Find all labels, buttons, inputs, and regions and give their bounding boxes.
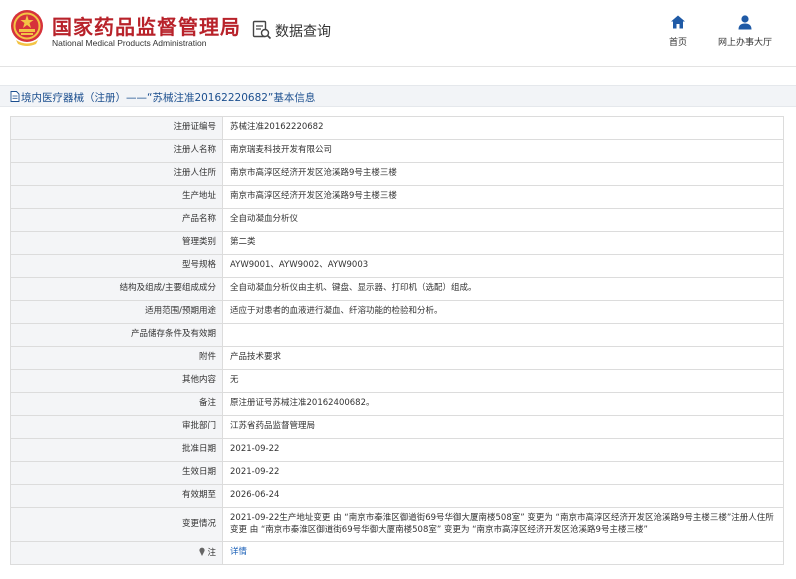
table-row: 有效期至 2026-06-24 (10, 484, 784, 508)
row-label: 管理类别 (10, 231, 223, 255)
row-value: 2021-09-22 (222, 461, 784, 485)
table-row: 注册人名称 南京瑞麦科技开发有限公司 (10, 139, 784, 163)
details-link[interactable]: 详情 (230, 547, 247, 557)
row-value: 2021-09-22 (222, 438, 784, 462)
row-value: 2021-09-22生产地址变更 由 “南京市秦淮区御道街69号华御大厦南楼50… (222, 507, 784, 542)
nav-home[interactable]: 首页 (660, 14, 696, 48)
site-title[interactable]: 国家药品监督管理局 (52, 11, 241, 40)
row-value: 产品技术要求 (222, 346, 784, 370)
row-label: 结构及组成/主要组成成分 (10, 277, 223, 301)
row-label: 产品储存条件及有效期 (10, 323, 223, 347)
row-value: 原注册证号苏械注准20162400682。 (222, 392, 784, 416)
row-label: 其他内容 (10, 369, 223, 393)
row-value: 无 (222, 369, 784, 393)
row-label: 产品名称 (10, 208, 223, 232)
nav-home-label: 首页 (668, 38, 687, 48)
table-row-note: 注 详情 (10, 541, 784, 565)
nav-online-hall[interactable]: 网上办事大厅 (710, 14, 780, 48)
row-value: 南京瑞麦科技开发有限公司 (222, 139, 784, 163)
row-label: 注册人住所 (10, 162, 223, 186)
user-icon (738, 15, 752, 30)
table-row: 产品名称 全自动凝血分析仪 (10, 208, 784, 232)
row-label: 注册证编号 (10, 116, 223, 140)
table-row: 批准日期 2021-09-22 (10, 438, 784, 462)
row-label: 生效日期 (10, 461, 223, 485)
row-label: 附件 (10, 346, 223, 370)
row-value: 江苏省药品监督管理局 (222, 415, 784, 439)
row-value: 南京市高淳区经济开发区沧溪路9号主楼三楼 (222, 162, 784, 186)
nav-online-hall-label: 网上办事大厅 (717, 38, 772, 48)
breadcrumb-text: 境内医疗器械（注册）——“苏械注准20162220682”基本信息 (21, 92, 316, 104)
table-row: 生效日期 2021-09-22 (10, 461, 784, 485)
query-icon (252, 20, 272, 40)
table-row: 其他内容无 (10, 369, 784, 393)
site-subtitle: National Medical Products Administration (52, 38, 207, 48)
row-label: 变更情况 (10, 507, 223, 542)
detail-table: 注册证编号 苏械注准20162220682 注册人名称 南京瑞麦科技开发有限公司 注册人… (10, 116, 784, 565)
table-row: 型号规格 AYW9001、AYW9002、AYW9003 (10, 254, 784, 278)
table-row: 注册证编号 苏械注准20162220682 (10, 116, 784, 140)
pin-icon (199, 547, 206, 556)
row-label: 生产地址 (10, 185, 223, 209)
table-row: 生产地址 南京市高淳区经济开发区沧溪路9号主楼三楼 (10, 185, 784, 209)
row-label: 有效期至 (10, 484, 223, 508)
row-label: 批准日期 (10, 438, 223, 462)
row-value: 适应于对患者的血液进行凝血、纤溶功能的检验和分析。 (222, 300, 784, 324)
row-value: AYW9001、AYW9002、AYW9003 (222, 254, 784, 278)
breadcrumb: 境内医疗器械（注册）——“苏械注准20162220682”基本信息 (0, 85, 796, 107)
row-value: 2026-06-24 (222, 484, 784, 508)
table-row-change: 变更情况 2021-09-22生产地址变更 由 “南京市秦淮区御道街69号华御大… (10, 507, 784, 542)
row-value: 南京市高淳区经济开发区沧溪路9号主楼三楼 (222, 185, 784, 209)
row-value: 苏械注准20162220682 (222, 116, 784, 140)
table-row: 备注 原注册证号苏械注准20162400682。 (10, 392, 784, 416)
table-row: 附件 产品技术要求 (10, 346, 784, 370)
row-value: 全自动凝血分析仪由主机、键盘、显示器、打印机（选配）组成。 (222, 277, 784, 301)
site-header: 国家药品监督管理局 National Medical Products Admi… (0, 0, 796, 62)
row-label: 型号规格 (10, 254, 223, 278)
row-label: 适用范围/预期用途 (10, 300, 223, 324)
row-label: 注册人名称 (10, 139, 223, 163)
row-value: 第二类 (222, 231, 784, 255)
note-label: 注 (207, 547, 216, 558)
home-icon (671, 15, 685, 29)
row-value (222, 323, 784, 347)
header-divider (0, 66, 796, 67)
table-row: 审批部门 江苏省药品监督管理局 (10, 415, 784, 439)
document-icon (10, 91, 20, 102)
data-query-label[interactable]: 数据查询 (275, 21, 331, 41)
table-row: 产品储存条件及有效期 (10, 323, 784, 347)
row-label: 审批部门 (10, 415, 223, 439)
national-emblem-icon (11, 10, 43, 46)
row-value-note: 详情 (222, 541, 784, 565)
row-value: 全自动凝血分析仪 (222, 208, 784, 232)
table-row: 结构及组成/主要组成成分 全自动凝血分析仪由主机、键盘、显示器、打印机（选配）组成… (10, 277, 784, 301)
table-row: 管理类别 第二类 (10, 231, 784, 255)
table-row: 适用范围/预期用途 适应于对患者的血液进行凝血、纤溶功能的检验和分析。 (10, 300, 784, 324)
row-label-note: 注 (10, 541, 223, 565)
row-label: 备注 (10, 392, 223, 416)
table-row: 注册人住所 南京市高淳区经济开发区沧溪路9号主楼三楼 (10, 162, 784, 186)
